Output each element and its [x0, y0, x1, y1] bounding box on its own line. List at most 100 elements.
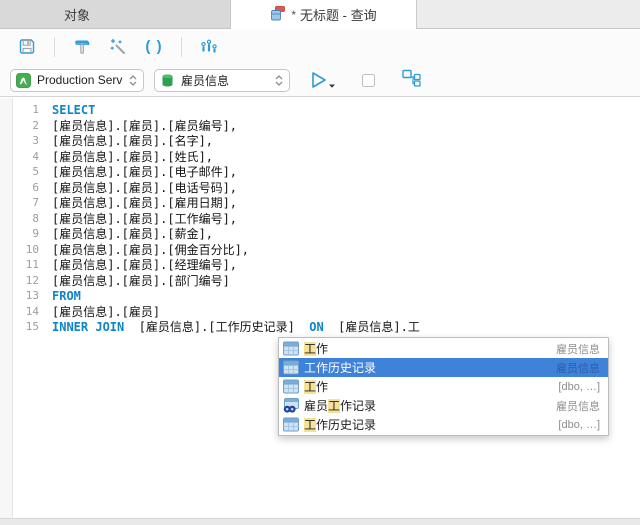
code-line[interactable]: 2 [雇员信息].[雇员].[雇员编号],: [13, 118, 640, 134]
tab-query-active[interactable]: * 无标题 - 查询: [230, 0, 417, 29]
autocomplete-item[interactable]: 工作 [dbo, …]: [279, 377, 608, 396]
query-tab-icon: [270, 6, 286, 24]
line-code: [雇员信息].[雇员].[佣金百分比],: [52, 241, 249, 258]
explain-bars-icon: [199, 37, 219, 57]
autocomplete-item[interactable]: 工作历史记录 [dbo, …]: [279, 415, 608, 434]
code-line[interactable]: 15 INNER JOIN [雇员信息].[工作历史记录] ON [雇员信息].…: [13, 319, 640, 335]
combo-stepper-icon: [129, 75, 137, 86]
query-plan-button[interactable]: [401, 68, 422, 92]
code-line[interactable]: 7 [雇员信息].[雇员].[雇用日期],: [13, 195, 640, 211]
toolbar-separator: [181, 37, 182, 57]
code-line[interactable]: 11 [雇员信息].[雇员].[经理编号],: [13, 257, 640, 273]
line-number: 7: [13, 196, 52, 209]
line-number: 2: [13, 119, 52, 132]
sql-text: [雇员信息].[雇员].[佣金百分比],: [52, 243, 249, 257]
sql-text: [雇员信息].[雇员].[雇用日期],: [52, 196, 237, 210]
line-code: [雇员信息].[雇员].[名字],: [52, 132, 213, 149]
save-icon: [17, 37, 37, 57]
sql-text: [雇员信息].[雇员].[薪金],: [52, 227, 213, 241]
autocomplete-item[interactable]: 工作 雇员信息: [279, 339, 608, 358]
line-number: 14: [13, 305, 52, 318]
unsaved-indicator: *: [291, 8, 296, 22]
database-select[interactable]: 雇员信息: [154, 69, 290, 92]
line-number: 3: [13, 134, 52, 147]
tab-objects[interactable]: 对象: [0, 0, 230, 29]
sql-keyword: SELECT: [52, 103, 95, 117]
toolbar-separator: [54, 37, 55, 57]
window-bottom-edge: [0, 518, 640, 525]
code-line[interactable]: 6 [雇员信息].[雇员].[电话号码],: [13, 180, 640, 196]
suggestion-name: 雇员工作记录: [304, 397, 556, 414]
code-line[interactable]: 9 [雇员信息].[雇员].[薪金],: [13, 226, 640, 242]
code-line[interactable]: 3 [雇员信息].[雇员].[名字],: [13, 133, 640, 149]
line-number: 8: [13, 212, 52, 225]
line-number: 4: [13, 150, 52, 163]
query-plan-icon: [401, 68, 422, 87]
suggestion-context: [dbo, …]: [558, 381, 600, 393]
code-line[interactable]: 12 [雇员信息].[雇员].[部门编号]: [13, 273, 640, 289]
matched-text: 工: [328, 399, 340, 413]
suggestion-name: 工作历史记录: [304, 359, 556, 376]
sql-text: [雇员信息].[工作历史记录]: [124, 320, 309, 334]
line-number: 1: [13, 103, 52, 116]
line-number: 6: [13, 181, 52, 194]
explain-button[interactable]: [198, 36, 220, 58]
beautify-wand-icon: [108, 37, 128, 57]
code-line[interactable]: 10 [雇员信息].[雇员].[佣金百分比],: [13, 242, 640, 258]
save-button[interactable]: [16, 36, 38, 58]
tab-objects-label: 对象: [64, 5, 90, 24]
sql-text: [雇员信息].[雇员].[雇员编号],: [52, 119, 237, 133]
code-line[interactable]: 5 [雇员信息].[雇员].[电子邮件],: [13, 164, 640, 180]
code-line[interactable]: 13 FROM: [13, 288, 640, 304]
code-snippet-parens-icon: ( ): [145, 38, 162, 55]
run-button[interactable]: [308, 70, 336, 90]
line-code: [雇员信息].[雇员].[姓氏],: [52, 148, 213, 165]
code-line[interactable]: 8 [雇员信息].[雇员].[工作编号],: [13, 211, 640, 227]
matched-text: 工: [304, 342, 316, 356]
line-code: [雇员信息].[雇员].[部门编号]: [52, 272, 230, 289]
suggestion-name: 工作: [304, 378, 558, 395]
run-option-checkbox[interactable]: [362, 74, 375, 87]
view-icon: [283, 398, 299, 413]
line-code: [雇员信息].[雇员].[电话号码],: [52, 179, 237, 196]
database-icon: [160, 73, 175, 88]
code-line[interactable]: 1 SELECT: [13, 102, 640, 118]
code-snippet-button[interactable]: ( ): [143, 36, 165, 58]
query-builder-button[interactable]: [71, 36, 93, 58]
suggestion-name: 工作: [304, 340, 556, 357]
table-icon: [283, 341, 299, 356]
editor-left-strip: [0, 98, 13, 518]
sql-text: [雇员信息].[雇员].[姓氏],: [52, 150, 213, 164]
sql-keyword: ON: [309, 320, 323, 334]
connection-value: Production Server: [37, 73, 123, 87]
sql-text: [雇员信息].工: [324, 320, 420, 334]
line-number: 9: [13, 227, 52, 240]
line-code: [雇员信息].[雇员].[雇员编号],: [52, 117, 237, 134]
code-line[interactable]: 4 [雇员信息].[雇员].[姓氏],: [13, 149, 640, 165]
table-icon: [283, 341, 299, 356]
sql-text: [雇员信息].[雇员].[名字],: [52, 134, 213, 148]
suggestion-context: 雇员信息: [556, 360, 600, 376]
table-icon: [283, 360, 299, 375]
beautify-sql-button[interactable]: [107, 36, 129, 58]
autocomplete-item[interactable]: 工作历史记录 雇员信息: [279, 358, 608, 377]
sql-text: [雇员信息].[雇员].[经理编号],: [52, 258, 237, 272]
line-number: 13: [13, 289, 52, 302]
line-number: 10: [13, 243, 52, 256]
navicat-logo-icon: [16, 73, 31, 88]
autocomplete-dropdown: 工作 雇员信息 工作历史记录 雇员信息 工作 [dbo, …] 雇员工作记录 雇…: [278, 337, 609, 436]
sql-keyword: INNER JOIN: [52, 320, 124, 334]
line-number: 15: [13, 320, 52, 333]
connection-select[interactable]: Production Server: [10, 69, 144, 92]
combo-stepper-icon: [275, 75, 283, 86]
query-toolbar: ( ): [0, 29, 640, 64]
code-line[interactable]: 14 [雇员信息].[雇员]: [13, 304, 640, 320]
table-icon: [283, 417, 299, 432]
sql-text: [雇员信息].[雇员].[工作编号],: [52, 212, 237, 226]
sql-editor[interactable]: 1 SELECT 2 [雇员信息].[雇员].[雇员编号], 3 [雇员信息].…: [0, 98, 640, 518]
matched-text: 工: [304, 380, 316, 394]
table-icon: [283, 417, 299, 432]
code-lines: 1 SELECT 2 [雇员信息].[雇员].[雇员编号], 3 [雇员信息].…: [13, 102, 640, 335]
autocomplete-item[interactable]: 雇员工作记录 雇员信息: [279, 396, 608, 415]
line-code: [雇员信息].[雇员]: [52, 303, 160, 320]
